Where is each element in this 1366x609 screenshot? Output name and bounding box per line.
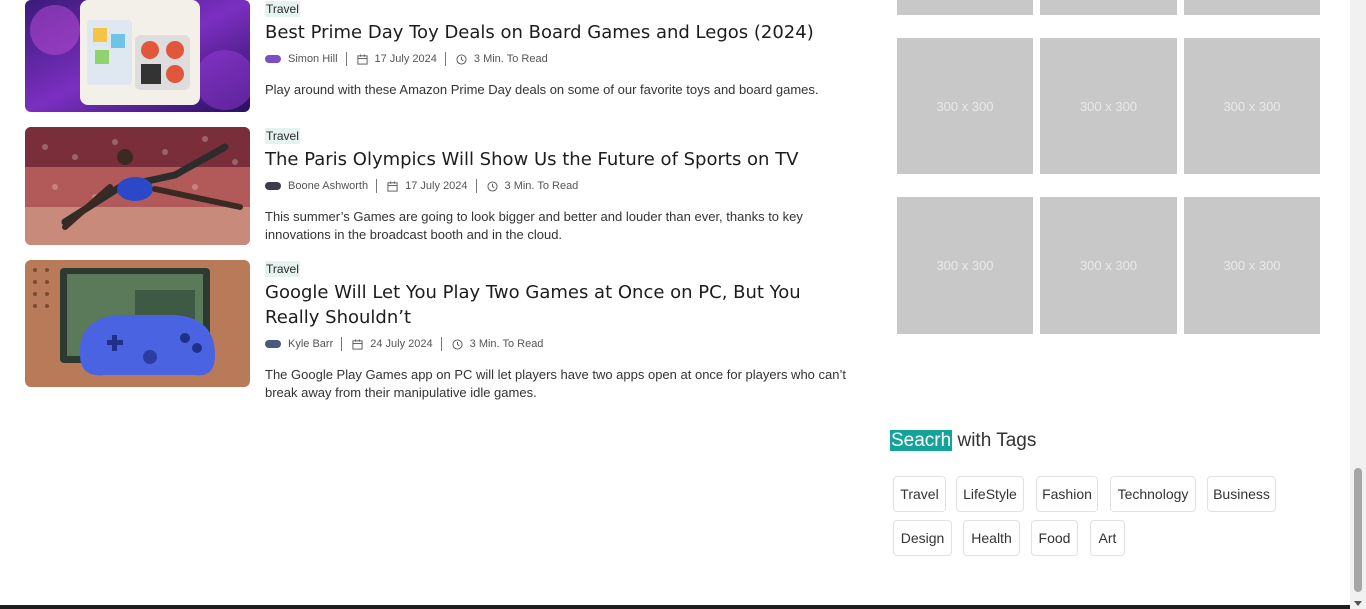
category-badge[interactable]: Travel xyxy=(265,1,300,17)
page-scrollbar[interactable] xyxy=(1350,0,1366,609)
author-avatar xyxy=(265,182,281,190)
meta-divider xyxy=(376,179,378,193)
read-time: 3 Min. To Read xyxy=(504,180,579,192)
tag-art[interactable]: Art xyxy=(1090,520,1125,556)
article-card: Travel Best Prime Day Toy Deals on Board… xyxy=(25,0,855,115)
article-meta: Simon Hill 17 July 2024 3 Min. To Read xyxy=(265,51,855,67)
tag-business[interactable]: Business xyxy=(1207,476,1276,512)
toy-image xyxy=(25,0,250,112)
read-time: 3 Min. To Read xyxy=(469,338,544,350)
meta-divider xyxy=(475,179,477,193)
meta-divider xyxy=(440,337,442,351)
tags-title-highlight: Seacrh xyxy=(890,430,953,451)
tag-fashion[interactable]: Fashion xyxy=(1036,476,1098,512)
article-thumbnail[interactable] xyxy=(25,0,250,112)
scroll-down-arrow-icon[interactable] xyxy=(1354,601,1362,606)
author-avatar xyxy=(265,55,281,63)
gymnast-image xyxy=(25,127,250,245)
controller-image xyxy=(25,260,250,387)
author-name[interactable]: Simon Hill xyxy=(288,53,338,65)
gallery-image[interactable]: 300 x 300 xyxy=(1040,38,1177,174)
gallery-image[interactable]: 300 x 300 xyxy=(1040,197,1177,334)
article-card: Travel Google Will Let You Play Two Game… xyxy=(25,260,855,410)
clock-icon xyxy=(456,53,467,65)
gallery-image[interactable]: 300 x 300 xyxy=(897,38,1033,174)
meta-divider xyxy=(444,52,446,66)
calendar-icon xyxy=(356,53,368,65)
tag-technology[interactable]: Technology xyxy=(1110,476,1196,512)
clock-icon xyxy=(486,180,498,192)
article-thumbnail[interactable] xyxy=(25,260,250,387)
article-excerpt: This summer’s Games are going to look bi… xyxy=(265,209,803,242)
article-date: 17 July 2024 xyxy=(374,53,437,65)
article-excerpt: Play around with these Amazon Prime Day … xyxy=(265,82,819,97)
article-date: 17 July 2024 xyxy=(405,180,468,192)
meta-divider xyxy=(341,337,343,351)
bottom-divider xyxy=(0,605,1350,609)
tags-widget-title: Seacrh with Tags xyxy=(890,429,1036,453)
gallery-image[interactable]: 300 x 300 xyxy=(897,197,1033,334)
tag-lifestyle[interactable]: LifeStyle xyxy=(956,476,1024,512)
tags-title-rest: with Tags xyxy=(952,430,1037,451)
article-title[interactable]: Best Prime Day Toy Deals on Board Games … xyxy=(265,20,855,45)
article-card: Travel The Paris Olympics Will Show Us t… xyxy=(25,127,855,247)
meta-divider xyxy=(345,52,347,66)
tag-health[interactable]: Health xyxy=(963,520,1020,556)
article-meta: Boone Ashworth 17 July 2024 3 Min. To Re… xyxy=(265,178,855,194)
tag-travel[interactable]: Travel xyxy=(893,476,946,512)
tag-design[interactable]: Design xyxy=(893,520,952,556)
article-title[interactable]: The Paris Olympics Will Show Us the Futu… xyxy=(265,147,855,172)
gallery-image[interactable]: 300 x 300 xyxy=(897,0,1033,15)
author-avatar xyxy=(265,340,281,348)
read-time: 3 Min. To Read xyxy=(473,53,548,65)
gallery-image[interactable]: 300 x 300 xyxy=(1184,38,1320,174)
author-name[interactable]: Kyle Barr xyxy=(288,338,333,350)
gallery-image[interactable]: 300 x 300 xyxy=(1184,197,1320,334)
scrollbar-thumb[interactable] xyxy=(1354,468,1362,592)
article-thumbnail[interactable] xyxy=(25,127,250,245)
article-title[interactable]: Google Will Let You Play Two Games at On… xyxy=(265,280,855,330)
category-badge[interactable]: Travel xyxy=(265,128,300,144)
gallery-image[interactable]: 300 x 300 xyxy=(1184,0,1320,15)
article-meta: Kyle Barr 24 July 2024 3 Min. To Read xyxy=(265,336,855,352)
article-excerpt: The Google Play Games app on PC will let… xyxy=(265,367,846,400)
clock-icon xyxy=(452,338,463,350)
article-date: 24 July 2024 xyxy=(370,338,433,350)
gallery-image[interactable]: 300 x 300 xyxy=(1040,0,1177,15)
calendar-icon xyxy=(352,338,363,350)
category-badge[interactable]: Travel xyxy=(265,261,300,277)
image-gallery: 300 x 300 300 x 300 300 x 300 300 x 300 … xyxy=(897,0,1321,340)
calendar-icon xyxy=(387,180,398,192)
tag-food[interactable]: Food xyxy=(1031,520,1078,556)
author-name[interactable]: Boone Ashworth xyxy=(288,180,368,192)
